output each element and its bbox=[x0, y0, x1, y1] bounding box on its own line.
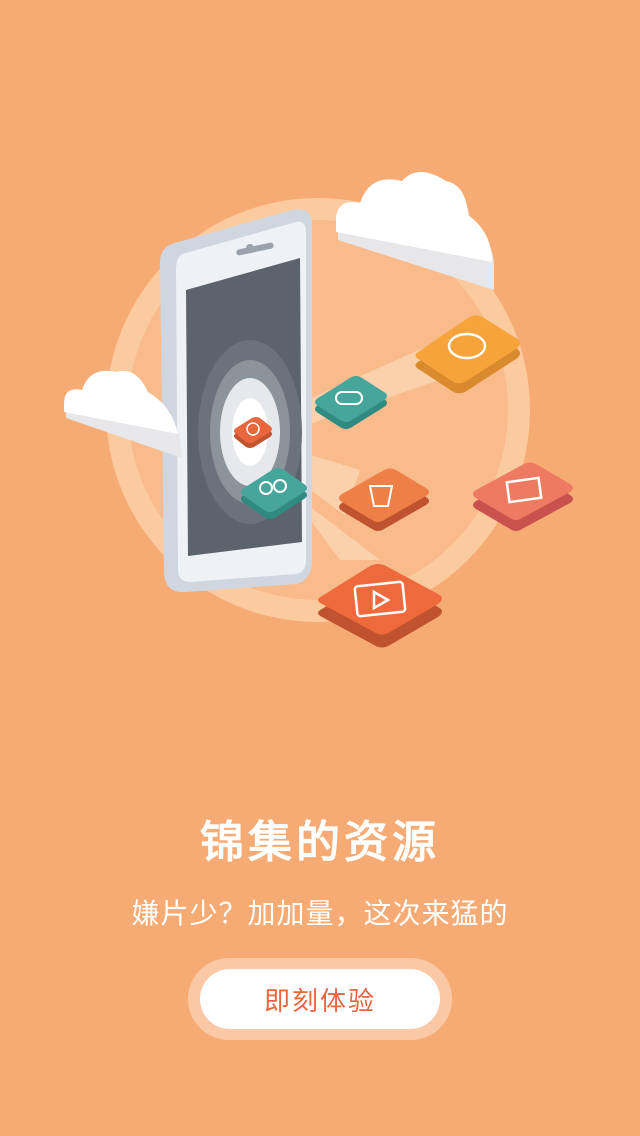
try-now-button[interactable]: 即刻体验 bbox=[200, 969, 440, 1029]
page-subtitle: 嫌片少？加加量，这次来猛的 bbox=[131, 897, 509, 930]
hero-illustration bbox=[64, 172, 573, 648]
phone-icon bbox=[160, 209, 312, 593]
page-title: 锦集的资源 bbox=[200, 817, 440, 868]
